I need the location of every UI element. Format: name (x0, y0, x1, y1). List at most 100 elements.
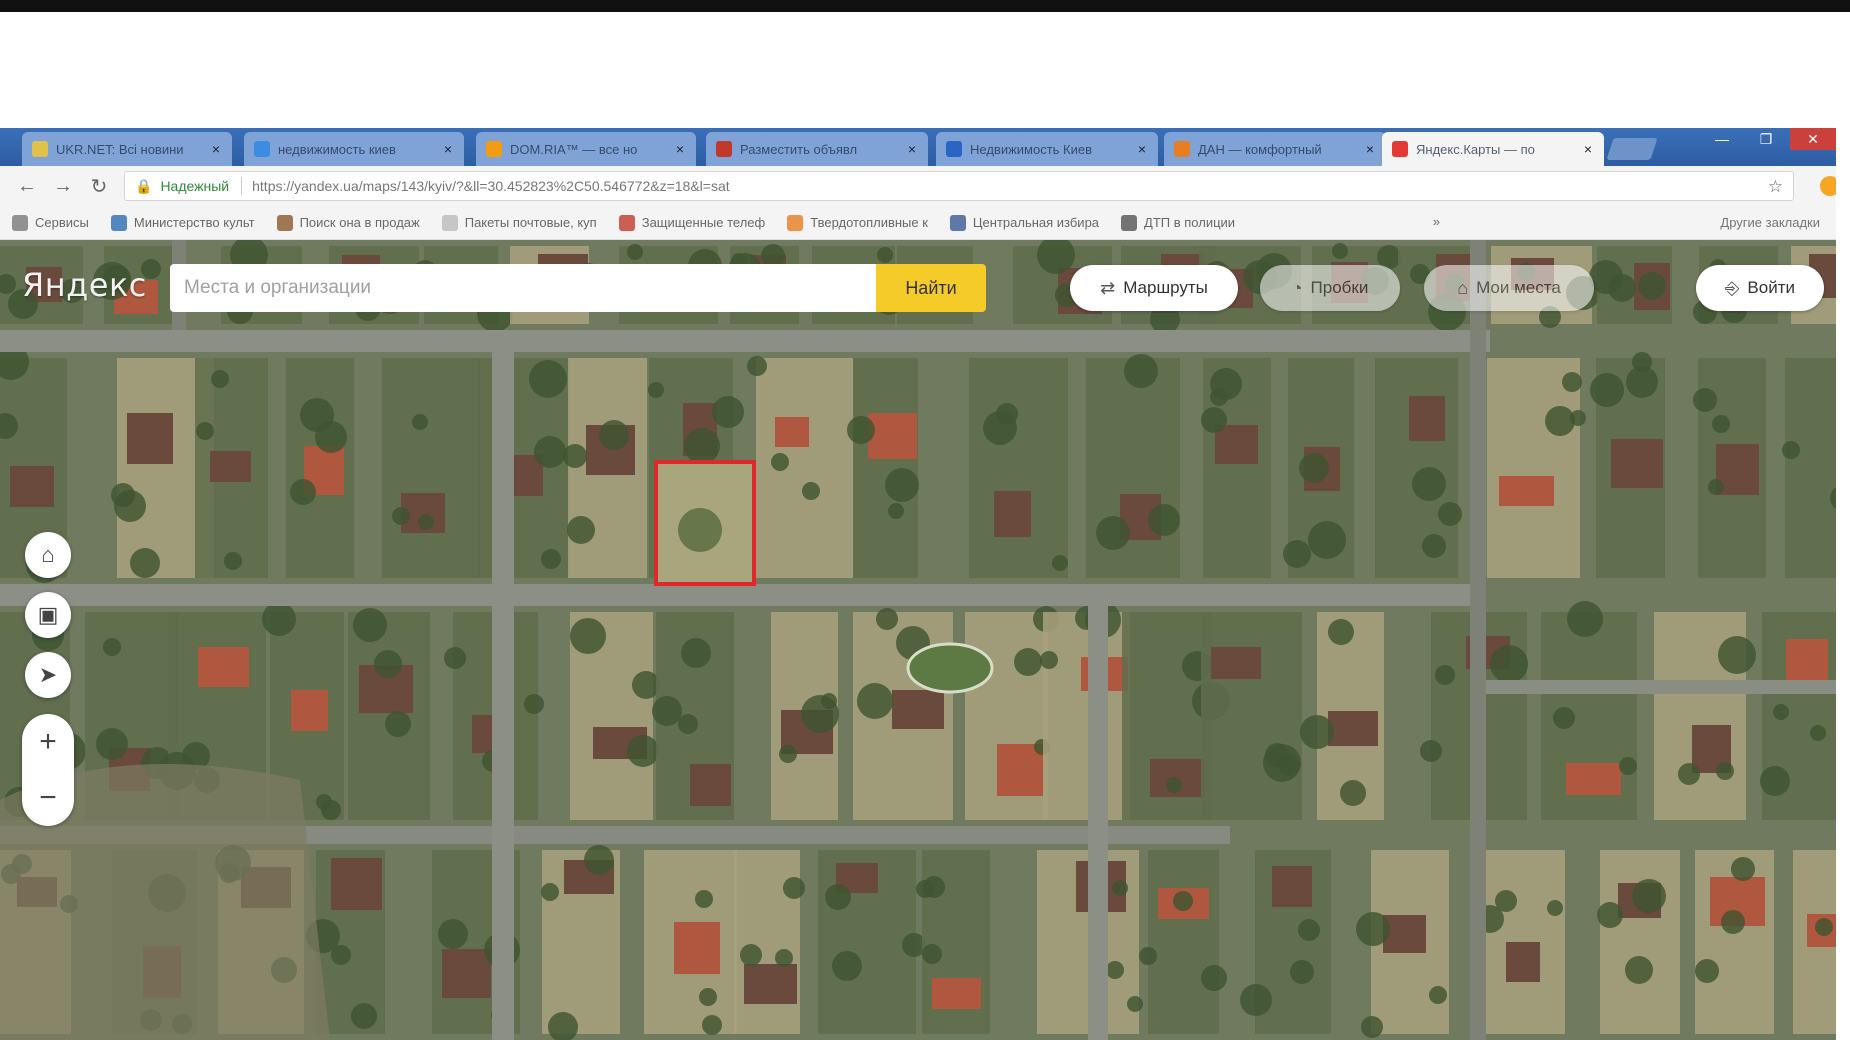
tab-label: DOM.RIA™ — все но (510, 141, 638, 157)
bookmark-item[interactable]: Министерство культ (110, 214, 255, 231)
tree (1438, 502, 1462, 526)
bookmark-item[interactable]: Центральная избира (949, 214, 1099, 231)
tree (1708, 479, 1724, 495)
house-roof (1215, 425, 1258, 464)
my-places-label: Мои места (1476, 278, 1561, 297)
tree (1201, 965, 1227, 991)
bookmarks-overflow-chevron-icon[interactable]: » (1433, 214, 1440, 229)
lock-icon: 🔒 (135, 177, 153, 194)
layers-button[interactable]: ▣ (25, 592, 71, 638)
house-roof (1328, 711, 1378, 746)
satellite-map[interactable]: Яндекс Места и организации Найти ⇄ Маршр… (0, 240, 1850, 1040)
house-roof (127, 413, 173, 464)
tab-dan[interactable]: ДАН — комфортный × (1164, 132, 1386, 166)
tree (825, 884, 851, 910)
bookmark-item[interactable]: Твердотопливные к (787, 214, 928, 231)
tab-favicon-icon (32, 141, 48, 157)
tab-close-icon[interactable]: × (1366, 141, 1374, 157)
tab-close-icon[interactable]: × (1138, 141, 1146, 157)
new-tab-button[interactable] (1606, 138, 1658, 160)
tree (877, 247, 893, 263)
tree (1773, 704, 1789, 720)
road (492, 330, 514, 1040)
house-roof (442, 949, 491, 998)
tree (627, 735, 659, 767)
bookmark-label: Сервисы (35, 215, 89, 230)
tree (632, 671, 660, 699)
other-bookmarks[interactable]: Другие закладки (1720, 215, 1820, 230)
bookmark-item[interactable]: Пакеты почтовые, куп (441, 214, 597, 231)
search-input[interactable]: Места и организации (170, 264, 880, 312)
tree (1547, 900, 1563, 916)
tree (1106, 961, 1124, 979)
tab-close-icon[interactable]: × (444, 141, 452, 157)
zoom-in-button[interactable]: + (22, 714, 74, 770)
zoom-out-button[interactable]: − (22, 770, 74, 826)
blank-margin (0, 12, 1850, 128)
tree (1240, 984, 1272, 1016)
road (1486, 680, 1850, 694)
my-places-button[interactable]: ⌂ Мои места (1424, 265, 1594, 311)
window-close-button[interactable]: ✕ (1790, 128, 1836, 150)
forward-button[interactable]: → (48, 171, 78, 201)
tree (1300, 715, 1334, 749)
tab-post-ad[interactable]: Разместить объявл × (706, 132, 928, 166)
login-icon: ⎆ (1725, 277, 1740, 298)
tab-favicon-icon (716, 141, 732, 157)
house-roof (198, 647, 249, 687)
tab-domria[interactable]: DOM.RIA™ — все но × (476, 132, 696, 166)
traffic-label: Пробки (1310, 278, 1369, 297)
tree (599, 420, 629, 450)
tree (563, 444, 587, 468)
yandex-logo: Яндекс (22, 266, 147, 304)
tree (290, 479, 316, 505)
bookmark-item[interactable]: Защищенные телеф (618, 214, 765, 231)
tab-yandex-maps[interactable]: Яндекс.Карты — по × (1382, 132, 1604, 166)
tree (1166, 777, 1182, 793)
land-lot (969, 358, 1068, 578)
tree (681, 638, 711, 668)
bookmark-star-icon[interactable]: ☆ (1768, 177, 1783, 197)
home-button[interactable]: ⌂ (25, 532, 71, 578)
tab-close-icon[interactable]: × (908, 141, 916, 157)
login-button[interactable]: ⎆ Войти (1696, 265, 1824, 311)
tab-close-icon[interactable]: × (676, 141, 684, 157)
house-roof (210, 451, 251, 482)
tree (1014, 648, 1042, 676)
url-text[interactable]: https://yandex.ua/maps/143/kyiv/?&ll=30.… (252, 178, 730, 194)
tree (211, 370, 229, 388)
maximize-button[interactable]: ❐ (1744, 128, 1788, 150)
back-button[interactable]: ← (12, 171, 42, 201)
tree (1412, 467, 1446, 501)
tab-close-icon[interactable]: × (212, 141, 220, 157)
tab-ukrnet[interactable]: UKR.NET: Всі новини × (22, 132, 232, 166)
top-letterbox (0, 0, 1850, 12)
tab-real-estate-search[interactable]: недвижимость киев × (244, 132, 464, 166)
tree (130, 548, 160, 578)
tree (351, 1003, 377, 1029)
land-lot (1600, 850, 1680, 1034)
locate-icon: ➤ (38, 662, 58, 687)
tree (1545, 406, 1575, 436)
tree (1695, 959, 1719, 983)
search-button[interactable]: Найти (876, 264, 986, 312)
locate-button[interactable]: ➤ (25, 652, 71, 698)
tree (1148, 504, 1180, 536)
routes-button[interactable]: ⇄ Маршруты (1070, 265, 1238, 311)
bookmark-item[interactable]: ДТП в полиции (1121, 214, 1235, 231)
road (1088, 584, 1108, 1040)
tab-close-icon[interactable]: × (1584, 141, 1592, 157)
reload-button[interactable]: ↻ (84, 171, 114, 201)
tree (1562, 372, 1582, 392)
tree (652, 696, 682, 726)
minimize-button[interactable]: — (1700, 128, 1744, 150)
tab-kyiv-realty[interactable]: Недвижимость Киев × (936, 132, 1158, 166)
bookmark-item[interactable]: Сервисы (12, 214, 89, 231)
tree (1435, 665, 1455, 685)
address-bar[interactable]: 🔒 Надежный https://yandex.ua/maps/143/ky… (124, 171, 1794, 201)
tree (1693, 388, 1717, 412)
bookmark-item[interactable]: Поиск она в продаж (276, 214, 420, 231)
tree (1201, 407, 1227, 433)
traffic-button[interactable]: ◔ Пробки (1260, 265, 1400, 311)
tree (1721, 910, 1745, 934)
